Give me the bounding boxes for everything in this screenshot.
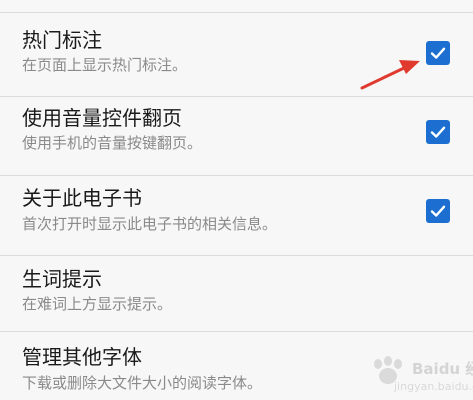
setting-row-popular-highlights[interactable]: 热门标注 在页面上显示热门标注。: [0, 12, 473, 96]
baidu-watermark: Baidu 经验 jingyan.baidu.com: [362, 354, 473, 398]
setting-subtitle: 在难词上方显示提示。: [22, 295, 173, 313]
setting-title: 热门标注: [22, 28, 102, 52]
checkmark-icon: [430, 47, 446, 59]
setting-row-word-wise[interactable]: 生词提示 在难词上方显示提示。: [0, 255, 473, 331]
setting-subtitle: 下载或删除大文件大小的阅读字体。: [22, 374, 263, 392]
setting-row-volume-page-turn[interactable]: 使用音量控件翻页 使用手机的音量按键翻页。: [0, 96, 473, 175]
setting-title: 关于此电子书: [22, 186, 142, 210]
watermark-brand: Baidu 经验: [412, 360, 473, 378]
setting-title: 管理其他字体: [22, 345, 142, 369]
volume-page-turn-checkbox[interactable]: [426, 120, 450, 144]
checkmark-icon: [430, 126, 446, 138]
watermark-url: jingyan.baidu.com: [394, 380, 473, 393]
settings-screen: 热门标注 在页面上显示热门标注。 使用音量控件翻页 使用手机的音量按键翻页。 关…: [0, 0, 473, 400]
setting-row-about-ebook[interactable]: 关于此电子书 首次打开时显示此电子书的相关信息。: [0, 175, 473, 255]
setting-subtitle: 使用手机的音量按键翻页。: [22, 134, 203, 152]
checkmark-icon: [430, 205, 446, 217]
setting-title: 生词提示: [22, 267, 102, 291]
popular-highlights-checkbox[interactable]: [426, 41, 450, 65]
setting-subtitle: 首次打开时显示此电子书的相关信息。: [22, 215, 278, 233]
setting-subtitle: 在页面上显示热门标注。: [22, 56, 188, 74]
about-ebook-checkbox[interactable]: [426, 199, 450, 223]
setting-title: 使用音量控件翻页: [22, 106, 182, 130]
